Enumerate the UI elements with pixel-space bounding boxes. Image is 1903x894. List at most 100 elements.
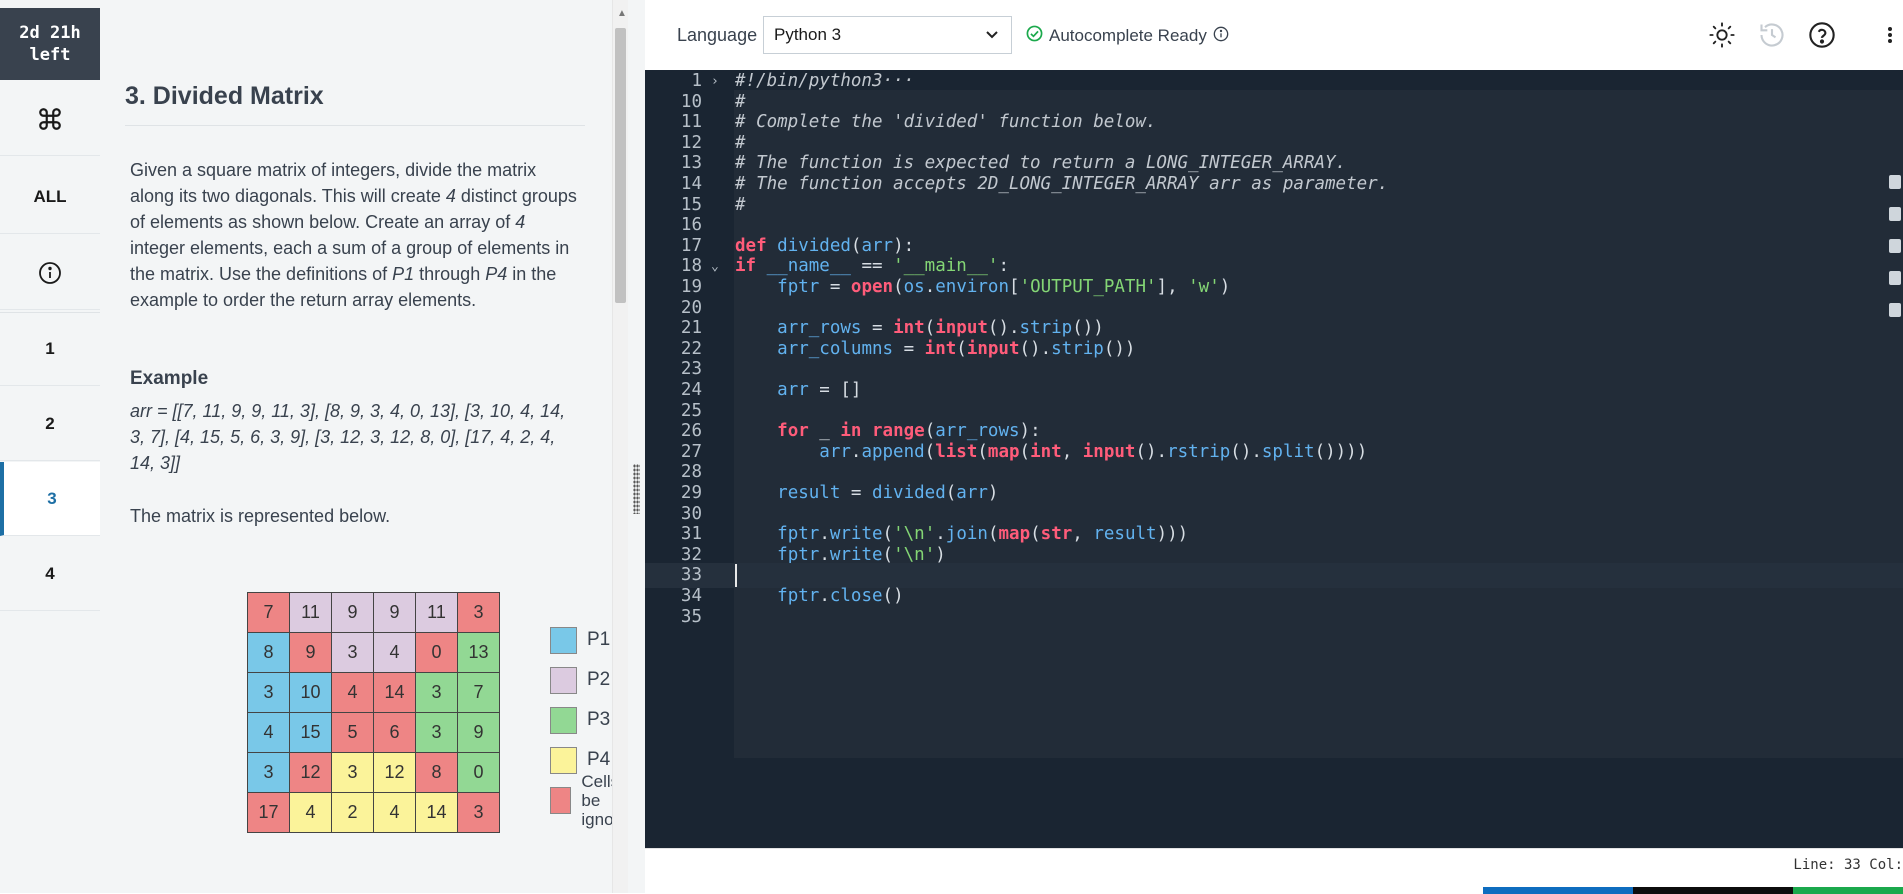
info-icon[interactable]: [0, 236, 100, 310]
side-tool-icon[interactable]: [1889, 239, 1901, 253]
matrix-cell: 3: [331, 632, 374, 673]
matrix-cell: 13: [457, 632, 500, 673]
matrix-cell: 3: [457, 592, 500, 633]
nav-item-all[interactable]: ALL: [0, 160, 100, 234]
scroll-up-icon[interactable]: ▲: [617, 8, 627, 19]
matrix-cell: 11: [289, 592, 332, 633]
problem-scrollbar[interactable]: ▲: [612, 0, 629, 893]
legend-swatch: [550, 786, 572, 814]
code-editor-panel: Language Python 3 Autocomplete Ready 1 ›…: [645, 0, 1903, 894]
matrix-cell: 9: [373, 592, 416, 633]
language-select[interactable]: Python 3: [763, 16, 1012, 54]
more-vertical-icon[interactable]: [1883, 21, 1897, 54]
language-value: Python 3: [774, 25, 842, 44]
matrix-cell: 3: [331, 752, 374, 793]
matrix-cell: 4: [331, 672, 374, 713]
legend-label-line: Cells to be: [581, 771, 612, 810]
nav-item-1[interactable]: 1: [0, 312, 100, 386]
matrix-cell: 10: [289, 672, 332, 713]
side-tool-icon[interactable]: [1889, 207, 1901, 221]
legend-swatch: [550, 746, 577, 774]
scrollbar-thumb[interactable]: [615, 28, 626, 303]
matrix-cell: 4: [373, 632, 416, 673]
cursor-position: Line: 33 Col:: [1793, 857, 1903, 873]
desc-em: 4: [515, 212, 526, 232]
matrix-legend: P1 P2 P3 P4 Cells to beignored: [550, 620, 612, 829]
legend-item-p2: P2: [550, 660, 612, 700]
line-number: 35: [680, 606, 702, 627]
matrix-cell: 11: [415, 592, 458, 633]
matrix-cell: 4: [247, 712, 290, 753]
language-label: Language: [677, 25, 758, 45]
matrix-row: 4 15 5 6 3 9: [247, 712, 500, 753]
command-icon[interactable]: [0, 82, 100, 156]
matrix-cell: 6: [373, 712, 416, 753]
help-circle-icon[interactable]: [1808, 21, 1836, 54]
panel-resizer[interactable]: [628, 0, 645, 893]
example-heading: Example: [130, 368, 209, 389]
autocomplete-label: Autocomplete Ready: [1049, 26, 1207, 45]
matrix-caption: The matrix is represented below.: [130, 506, 391, 526]
matrix-row: 8 9 3 4 0 13: [247, 632, 500, 673]
matrix-cell: 7: [247, 592, 290, 633]
nav-item-4[interactable]: 4: [0, 537, 100, 611]
legend-label-line: ignored: [581, 809, 612, 829]
problem-description: Given a square matrix of integers, divid…: [130, 157, 585, 313]
matrix-cell: 3: [415, 712, 458, 753]
side-tool-icon[interactable]: [1889, 303, 1901, 317]
editor-statusbar: Line: 33 Col:: [645, 848, 1903, 894]
legend-item-p3: P3: [550, 700, 612, 740]
matrix-cell: 9: [289, 632, 332, 673]
editor-side-icons: [1889, 175, 1903, 335]
autocomplete-status: Autocomplete Ready: [1026, 25, 1229, 47]
matrix-cell: 3: [415, 672, 458, 713]
matrix-cell: 14: [373, 672, 416, 713]
matrix-cell: 3: [247, 672, 290, 713]
code-line[interactable]: 35: [645, 605, 1903, 630]
legend-label: P2: [587, 669, 611, 690]
info-icon[interactable]: [1213, 26, 1229, 47]
check-circle-icon: [1026, 25, 1043, 47]
legend-item-ignored: Cells to beignored: [550, 772, 612, 829]
matrix-cell: 0: [415, 632, 458, 673]
history-icon[interactable]: [1758, 21, 1786, 54]
matrix-cell: 9: [457, 712, 500, 753]
desc-em: P1: [392, 264, 415, 284]
desc-text: through: [414, 264, 486, 284]
time-remaining: 2d 21h left: [0, 8, 100, 80]
timer-value: 2d 21h: [19, 23, 81, 43]
legend-label: P4: [587, 749, 611, 770]
nav-item-2[interactable]: 2: [0, 387, 100, 461]
matrix-cell: 15: [289, 712, 332, 753]
desc-em: 4: [445, 186, 456, 206]
matrix-diagram: 7 11 9 9 11 3 8 9 3 4 0 13 3 10 4 14 3 7 4 15 5 6 3 9 3 12 3 12 8 0 17…: [247, 592, 500, 833]
problem-panel: 3. Divided Matrix Given a square matrix …: [100, 0, 612, 893]
matrix-row: 17 4 2 4 14 3: [247, 792, 500, 833]
side-tool-icon[interactable]: [1889, 271, 1901, 285]
editor-toolbar: Language Python 3 Autocomplete Ready: [645, 8, 1903, 71]
legend-item-p1: P1: [550, 620, 612, 660]
example-array: arr = [[7, 11, 9, 9, 11, 3], [8, 9, 3, 4…: [130, 401, 566, 473]
sun-icon[interactable]: [1708, 21, 1736, 54]
matrix-cell: 3: [247, 752, 290, 793]
chevron-down-icon: [985, 17, 999, 66]
matrix-row: 7 11 9 9 11 3: [247, 592, 500, 633]
question-nav: 2d 21h left ALL 1 2 3 4: [0, 0, 101, 893]
matrix-cell: 9: [331, 592, 374, 633]
matrix-cell: 2: [331, 792, 374, 833]
matrix-cell: 12: [289, 752, 332, 793]
drag-handle-icon[interactable]: [633, 464, 640, 514]
matrix-cell: 0: [457, 752, 500, 793]
side-tool-icon[interactable]: [1889, 175, 1901, 189]
nav-item-3[interactable]: 3: [0, 462, 100, 536]
matrix-cell: 17: [247, 792, 290, 833]
legend-swatch: [550, 626, 577, 654]
code-area[interactable]: 1 › #!/bin/python3··· 10 #11 # Complete the '…: [645, 70, 1903, 848]
problem-title: 3. Divided Matrix: [125, 82, 585, 126]
matrix-cell: 4: [289, 792, 332, 833]
matrix-cell: 8: [247, 632, 290, 673]
matrix-row: 3 10 4 14 3 7: [247, 672, 500, 713]
matrix-row: 3 12 3 12 8 0: [247, 752, 500, 793]
legend-swatch: [550, 666, 577, 694]
matrix-cell: 3: [457, 792, 500, 833]
